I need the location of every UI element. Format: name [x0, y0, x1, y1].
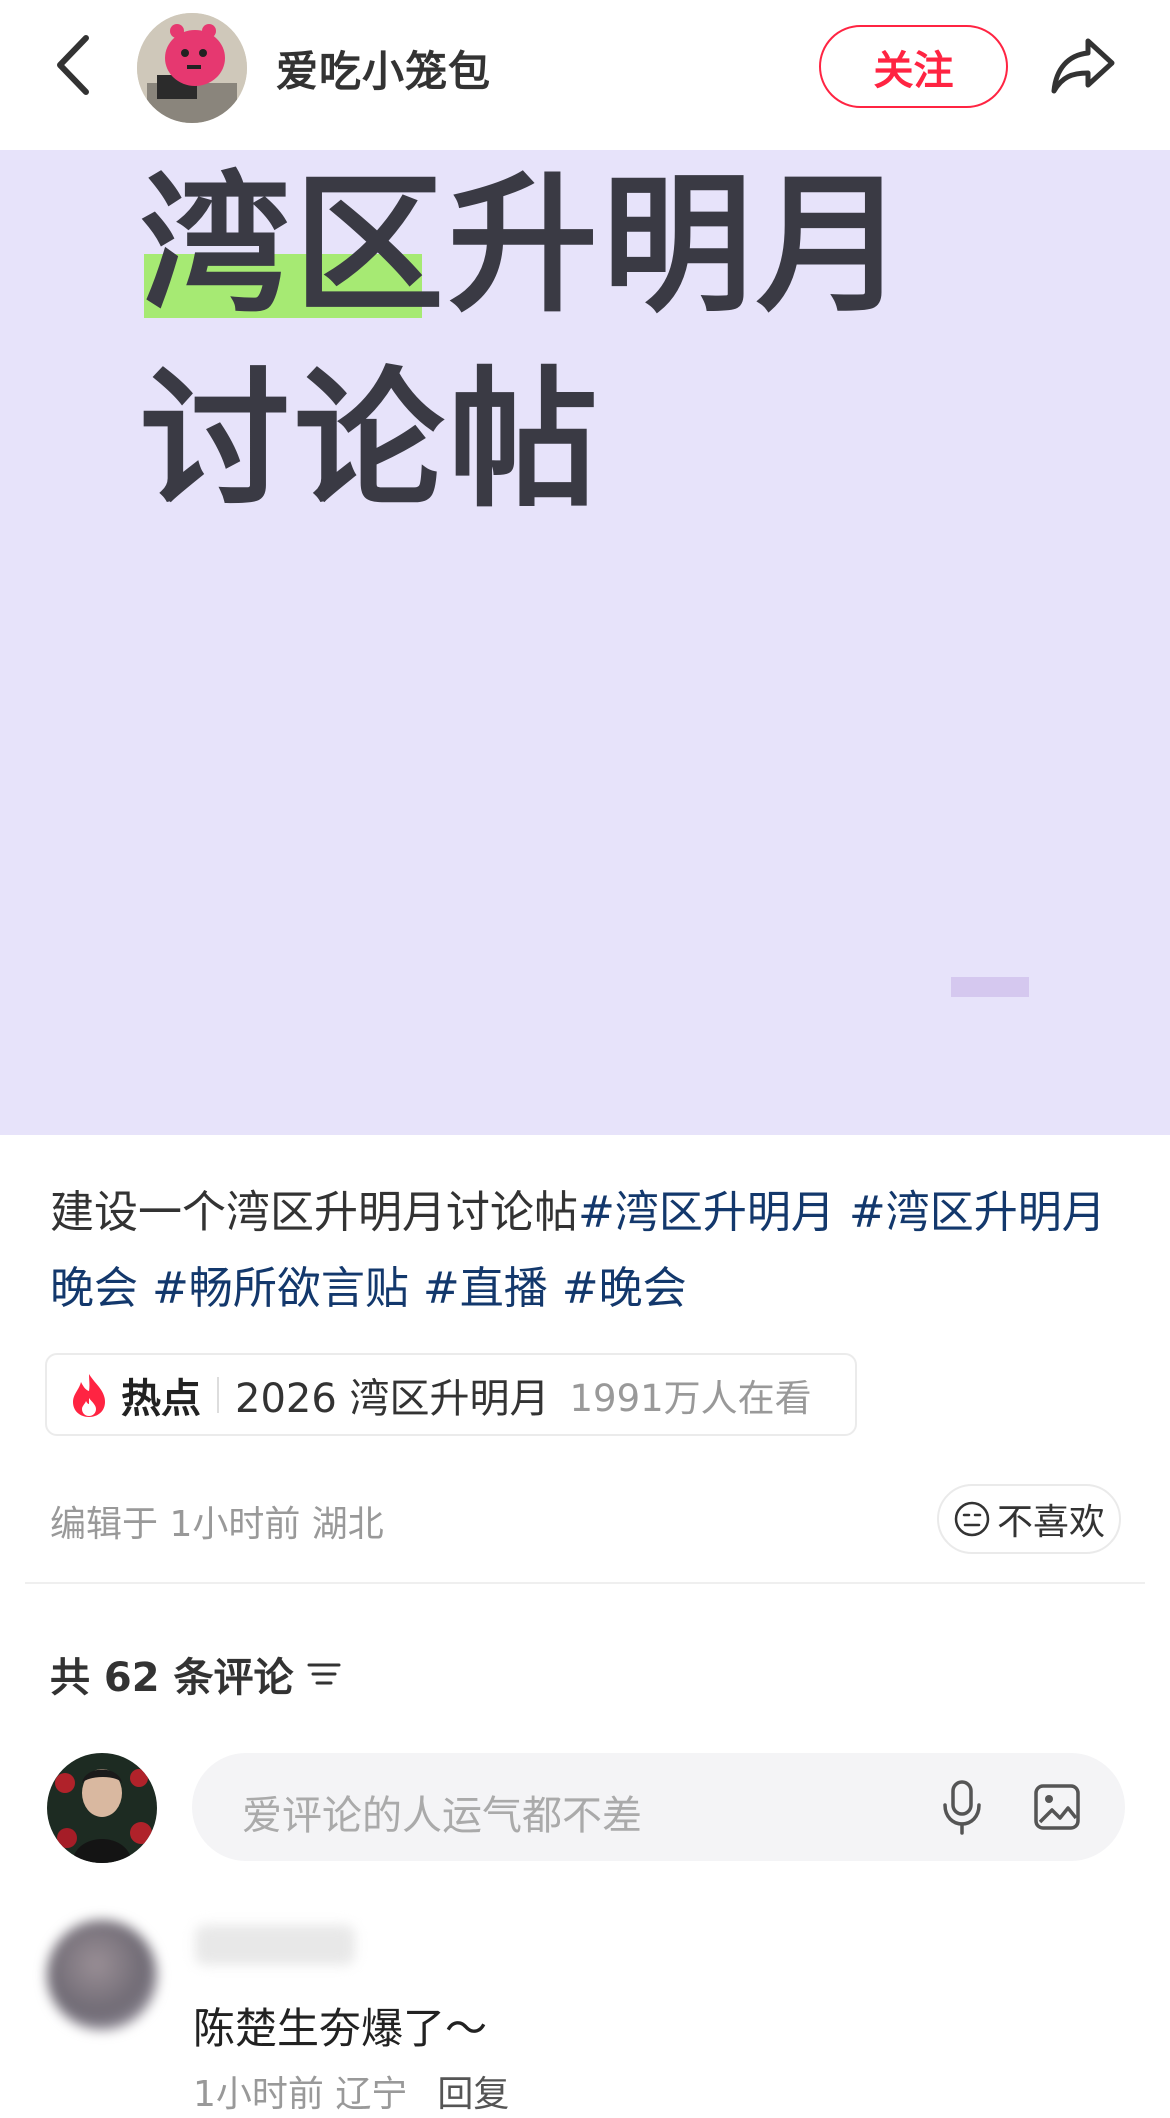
dislike-button[interactable]: 不喜欢 — [937, 1484, 1121, 1554]
commenter-name-blurred[interactable] — [195, 1925, 355, 1965]
edit-info: 编辑于 1小时前 湖北 — [50, 1504, 384, 1545]
commenter-avatar[interactable] — [47, 1920, 157, 2030]
comment-meta: 1小时前 辽宁 回复 — [193, 2065, 509, 2117]
comment-input[interactable]: 爱评论的人运气都不差 — [192, 1753, 1125, 1861]
microphone-icon[interactable] — [939, 1779, 985, 1835]
comment-text: 陈楚生夯爆了～ — [193, 2004, 488, 2053]
sort-filter-icon[interactable] — [306, 1659, 342, 1689]
share-icon[interactable] — [1048, 33, 1118, 99]
cover-title-line1: 湾区升明月 — [140, 159, 911, 333]
cover-title-line2: 讨论帖 — [140, 354, 603, 528]
comment-count-label: 共 62 条评论 — [50, 1655, 294, 1701]
post-description: 建设一个湾区升明月讨论帖#湾区升明月 #湾区升明月晚会 #畅所欲言贴 #直播 #… — [50, 1175, 1130, 1327]
back-chevron-icon[interactable] — [48, 30, 98, 100]
comment-time-location: 1小时前 辽宁 — [193, 2074, 408, 2115]
hashtag[interactable]: #晚会 — [562, 1263, 687, 1314]
hot-label: 热点 — [121, 1375, 201, 1422]
hot-topic-chip[interactable]: 热点 2026 湾区升明月 1991万人在看 — [45, 1353, 857, 1436]
chip-separator — [217, 1376, 219, 1413]
my-avatar — [47, 1753, 157, 1863]
hashtag[interactable]: #湾区升明月 — [578, 1187, 835, 1238]
follow-button[interactable]: 关注 — [819, 25, 1008, 108]
meh-face-icon — [954, 1501, 990, 1537]
fire-icon — [73, 1373, 105, 1417]
hashtag[interactable]: #畅所欲言贴 — [152, 1263, 409, 1314]
author-avatar[interactable] — [137, 13, 247, 123]
comment-input-placeholder: 爱评论的人运气都不差 — [242, 1793, 642, 1839]
comment-count: 共 62 条评论 — [50, 1645, 342, 1703]
reply-button[interactable]: 回复 — [437, 2074, 509, 2115]
post-cover-image[interactable]: 湾区升明月 讨论帖 — [0, 150, 1170, 1135]
hashtag[interactable]: #直播 — [423, 1263, 548, 1314]
hot-viewer-count: 1991万人在看 — [569, 1376, 812, 1420]
cover-decoration — [951, 977, 1029, 997]
author-name[interactable]: 爱吃小笼包 — [276, 38, 491, 99]
post-text: 建设一个湾区升明月讨论帖 — [50, 1187, 578, 1238]
dislike-label: 不喜欢 — [996, 1502, 1105, 1543]
top-bar: 爱吃小笼包 关注 — [0, 0, 1170, 150]
hot-topic-title: 2026 湾区升明月 — [235, 1375, 550, 1422]
image-icon[interactable] — [1032, 1782, 1082, 1832]
divider — [25, 1582, 1145, 1584]
